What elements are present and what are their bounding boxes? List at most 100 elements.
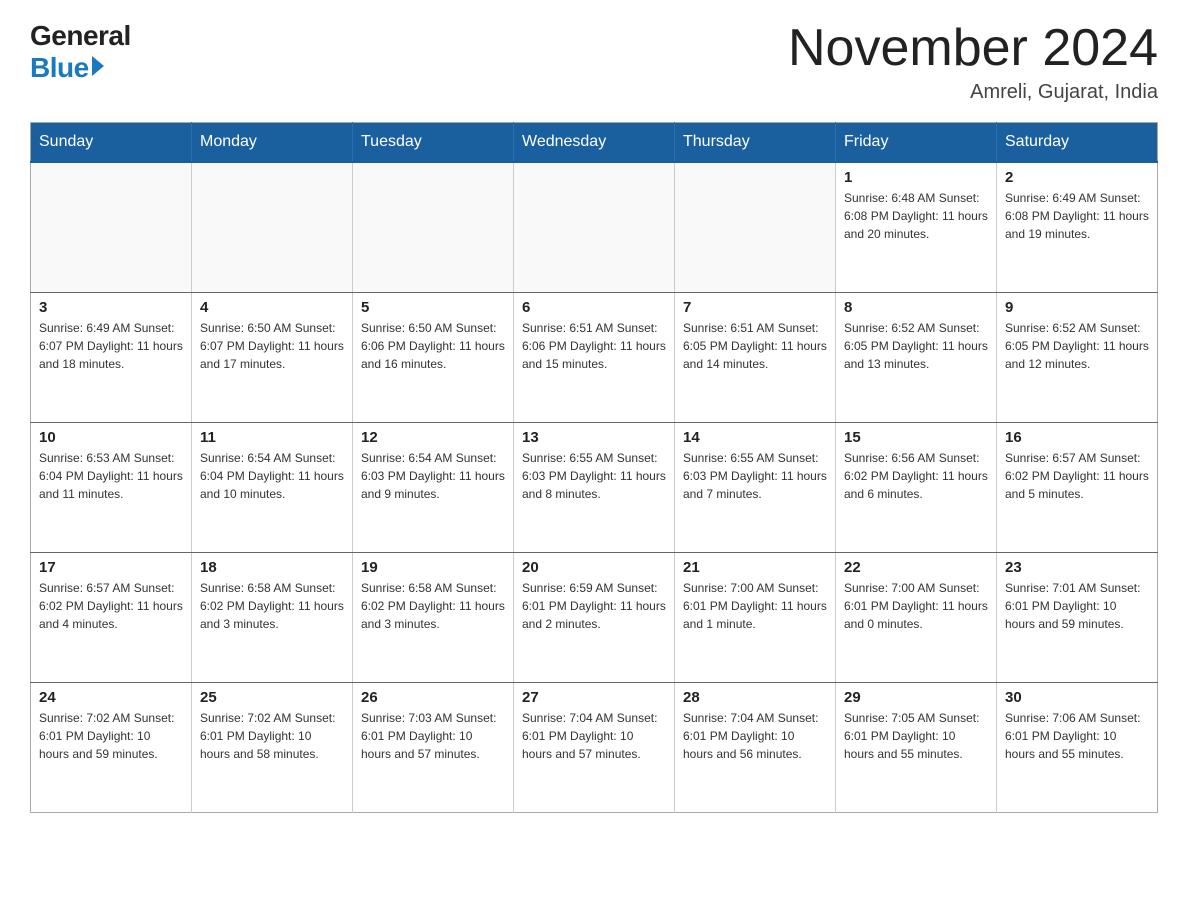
day-number: 30 xyxy=(1005,689,1149,706)
table-row: 25 Sunrise: 7:02 AM Sunset: 6:01 PM Dayli… xyxy=(192,682,353,812)
logo: General Blue xyxy=(30,20,131,84)
table-row: 8 Sunrise: 6:52 AM Sunset: 6:05 PM Daylig… xyxy=(836,292,997,422)
header-thursday: Thursday xyxy=(675,123,836,163)
logo-blue-text: Blue xyxy=(30,52,89,84)
table-row: 30Sunrise: 7:06 AM Sunset: 6:01 PM Dayli… xyxy=(997,682,1158,812)
day-info: Sunrise: 6:58 AM Sunset: 6:02 PM Dayligh… xyxy=(361,579,505,633)
day-info: Sunrise: 7:03 AM Sunset: 6:01 PM Dayligh… xyxy=(361,709,505,763)
location-text: Amreli, Gujarat, India xyxy=(788,81,1158,104)
day-number: 7 xyxy=(683,299,827,316)
day-info: Sunrise: 6:59 AM Sunset: 6:01 PM Dayligh… xyxy=(522,579,666,633)
logo-triangle-icon xyxy=(92,56,104,76)
day-info: Sunrise: 6:54 AM Sunset: 6:04 PM Dayligh… xyxy=(200,449,344,503)
table-row: 5 Sunrise: 6:50 AM Sunset: 6:06 PM Daylig… xyxy=(353,292,514,422)
logo-blue-line: Blue xyxy=(30,52,104,84)
calendar-week-row: 17Sunrise: 6:57 AM Sunset: 6:02 PM Dayli… xyxy=(31,552,1158,682)
day-number: 25 xyxy=(200,689,344,706)
day-number: 5 xyxy=(361,299,505,316)
table-row: 12 Sunrise: 6:54 AM Sunset: 6:03 PM Dayli… xyxy=(353,422,514,552)
table-row: 15Sunrise: 6:56 AM Sunset: 6:02 PM Dayli… xyxy=(836,422,997,552)
day-info: Sunrise: 7:02 AM Sunset: 6:01 PM Dayligh… xyxy=(200,709,344,763)
table-row: 29Sunrise: 7:05 AM Sunset: 6:01 PM Dayli… xyxy=(836,682,997,812)
table-row: 14Sunrise: 6:55 AM Sunset: 6:03 PM Dayli… xyxy=(675,422,836,552)
table-row: 26 Sunrise: 7:03 AM Sunset: 6:01 PM Dayli… xyxy=(353,682,514,812)
day-number: 9 xyxy=(1005,299,1149,316)
day-info: Sunrise: 6:48 AM Sunset: 6:08 PM Dayligh… xyxy=(844,189,988,243)
table-row: 13Sunrise: 6:55 AM Sunset: 6:03 PM Dayli… xyxy=(514,422,675,552)
day-number: 29 xyxy=(844,689,988,706)
day-info: Sunrise: 6:49 AM Sunset: 6:08 PM Dayligh… xyxy=(1005,189,1149,243)
table-row: 20Sunrise: 6:59 AM Sunset: 6:01 PM Dayli… xyxy=(514,552,675,682)
day-number: 22 xyxy=(844,559,988,576)
calendar-header-row: Sunday Monday Tuesday Wednesday Thursday… xyxy=(31,123,1158,163)
day-number: 27 xyxy=(522,689,666,706)
day-number: 18 xyxy=(200,559,344,576)
table-row: 27 Sunrise: 7:04 AM Sunset: 6:01 PM Dayli… xyxy=(514,682,675,812)
table-row: 23Sunrise: 7:01 AM Sunset: 6:01 PM Dayli… xyxy=(997,552,1158,682)
header-saturday: Saturday xyxy=(997,123,1158,163)
day-info: Sunrise: 6:52 AM Sunset: 6:05 PM Dayligh… xyxy=(1005,319,1149,373)
day-info: Sunrise: 7:00 AM Sunset: 6:01 PM Dayligh… xyxy=(683,579,827,633)
table-row xyxy=(192,162,353,292)
table-row xyxy=(514,162,675,292)
day-info: Sunrise: 6:53 AM Sunset: 6:04 PM Dayligh… xyxy=(39,449,183,503)
table-row xyxy=(675,162,836,292)
header-tuesday: Tuesday xyxy=(353,123,514,163)
day-number: 2 xyxy=(1005,169,1149,186)
day-number: 10 xyxy=(39,429,183,446)
day-info: Sunrise: 6:50 AM Sunset: 6:07 PM Dayligh… xyxy=(200,319,344,373)
day-number: 6 xyxy=(522,299,666,316)
table-row: 10 Sunrise: 6:53 AM Sunset: 6:04 PM Dayli… xyxy=(31,422,192,552)
table-row: 7 Sunrise: 6:51 AM Sunset: 6:05 PM Daylig… xyxy=(675,292,836,422)
day-info: Sunrise: 6:49 AM Sunset: 6:07 PM Dayligh… xyxy=(39,319,183,373)
day-number: 15 xyxy=(844,429,988,446)
day-number: 11 xyxy=(200,429,344,446)
table-row: 17Sunrise: 6:57 AM Sunset: 6:02 PM Dayli… xyxy=(31,552,192,682)
day-info: Sunrise: 7:04 AM Sunset: 6:01 PM Dayligh… xyxy=(522,709,666,763)
day-number: 12 xyxy=(361,429,505,446)
table-row: 18 Sunrise: 6:58 AM Sunset: 6:02 PM Dayli… xyxy=(192,552,353,682)
day-number: 19 xyxy=(361,559,505,576)
day-info: Sunrise: 6:51 AM Sunset: 6:05 PM Dayligh… xyxy=(683,319,827,373)
day-number: 16 xyxy=(1005,429,1149,446)
header-sunday: Sunday xyxy=(31,123,192,163)
calendar-week-row: 3 Sunrise: 6:49 AM Sunset: 6:07 PM Daylig… xyxy=(31,292,1158,422)
table-row: 3 Sunrise: 6:49 AM Sunset: 6:07 PM Daylig… xyxy=(31,292,192,422)
day-info: Sunrise: 6:50 AM Sunset: 6:06 PM Dayligh… xyxy=(361,319,505,373)
day-info: Sunrise: 7:01 AM Sunset: 6:01 PM Dayligh… xyxy=(1005,579,1149,633)
day-info: Sunrise: 6:52 AM Sunset: 6:05 PM Dayligh… xyxy=(844,319,988,373)
table-row: 9 Sunrise: 6:52 AM Sunset: 6:05 PM Daylig… xyxy=(997,292,1158,422)
table-row: 16 Sunrise: 6:57 AM Sunset: 6:02 PM Dayli… xyxy=(997,422,1158,552)
table-row: 1 Sunrise: 6:48 AM Sunset: 6:08 PM Daylig… xyxy=(836,162,997,292)
calendar-week-row: 10 Sunrise: 6:53 AM Sunset: 6:04 PM Dayli… xyxy=(31,422,1158,552)
day-info: Sunrise: 6:57 AM Sunset: 6:02 PM Dayligh… xyxy=(1005,449,1149,503)
table-row: 22 Sunrise: 7:00 AM Sunset: 6:01 PM Dayli… xyxy=(836,552,997,682)
day-info: Sunrise: 7:00 AM Sunset: 6:01 PM Dayligh… xyxy=(844,579,988,633)
table-row: 21Sunrise: 7:00 AM Sunset: 6:01 PM Dayli… xyxy=(675,552,836,682)
day-number: 26 xyxy=(361,689,505,706)
table-row xyxy=(31,162,192,292)
day-number: 4 xyxy=(200,299,344,316)
table-row: 6 Sunrise: 6:51 AM Sunset: 6:06 PM Daylig… xyxy=(514,292,675,422)
day-info: Sunrise: 6:55 AM Sunset: 6:03 PM Dayligh… xyxy=(522,449,666,503)
month-title: November 2024 xyxy=(788,20,1158,77)
table-row: 11 Sunrise: 6:54 AM Sunset: 6:04 PM Dayli… xyxy=(192,422,353,552)
calendar-table: Sunday Monday Tuesday Wednesday Thursday… xyxy=(30,122,1158,813)
logo-general-text: General xyxy=(30,20,131,52)
header-monday: Monday xyxy=(192,123,353,163)
day-number: 28 xyxy=(683,689,827,706)
day-info: Sunrise: 6:51 AM Sunset: 6:06 PM Dayligh… xyxy=(522,319,666,373)
day-number: 24 xyxy=(39,689,183,706)
table-row xyxy=(353,162,514,292)
header-friday: Friday xyxy=(836,123,997,163)
day-info: Sunrise: 6:54 AM Sunset: 6:03 PM Dayligh… xyxy=(361,449,505,503)
day-info: Sunrise: 7:02 AM Sunset: 6:01 PM Dayligh… xyxy=(39,709,183,763)
table-row: 19 Sunrise: 6:58 AM Sunset: 6:02 PM Dayli… xyxy=(353,552,514,682)
table-row: 24 Sunrise: 7:02 AM Sunset: 6:01 PM Dayli… xyxy=(31,682,192,812)
day-info: Sunrise: 6:58 AM Sunset: 6:02 PM Dayligh… xyxy=(200,579,344,633)
header-wednesday: Wednesday xyxy=(514,123,675,163)
day-number: 1 xyxy=(844,169,988,186)
day-number: 3 xyxy=(39,299,183,316)
day-number: 8 xyxy=(844,299,988,316)
page-header: General Blue November 2024 Amreli, Gujar… xyxy=(30,20,1158,104)
